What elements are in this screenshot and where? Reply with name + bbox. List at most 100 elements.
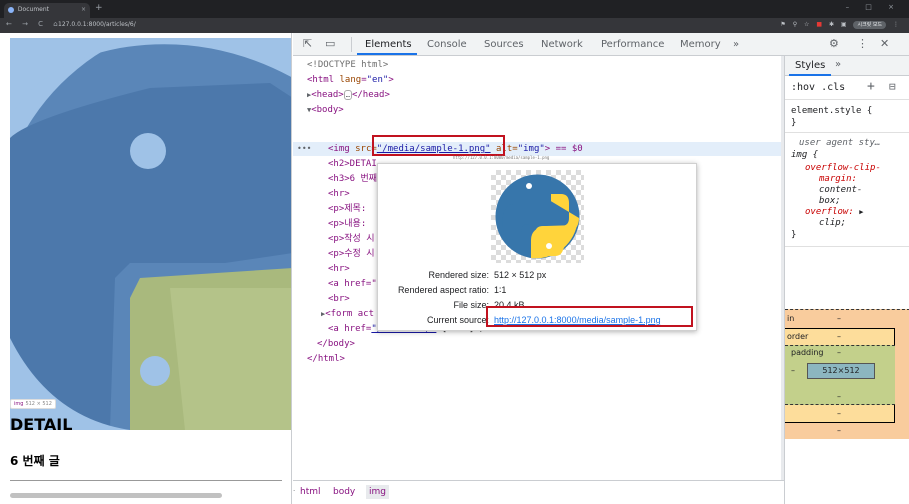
extension-red-icon[interactable]: ■ [816, 21, 822, 28]
dom-br[interactable]: <br> [328, 293, 350, 306]
dom-hr2[interactable]: <hr> [328, 263, 350, 276]
dom-p3[interactable]: <p>작성 시 [328, 233, 375, 246]
star-icon[interactable]: ☆ [804, 21, 809, 28]
python-logo-image [10, 38, 291, 430]
element-style-rule[interactable]: element.style { [791, 106, 872, 117]
css-val-content-2: box; [819, 196, 841, 206]
annotation-box-src [372, 135, 505, 156]
styles-tab-bar: Styles » [785, 56, 909, 76]
python-logo-icon [495, 174, 580, 259]
hover-url-hint: http://127.0.0.1:8000/media/sample-1.png [453, 155, 550, 160]
tab-sources[interactable]: Sources [484, 39, 524, 50]
element-style-close: } [791, 118, 797, 128]
zoom-icon[interactable]: ⚲ [793, 21, 797, 28]
sidebar-icon[interactable]: ▣ [841, 21, 847, 28]
annotation-box-current-source [486, 306, 693, 327]
box-padding-value: – [837, 348, 841, 357]
css-val-clip: clip; [819, 218, 847, 228]
tab-performance[interactable]: Performance [601, 39, 664, 50]
kebab-menu-icon[interactable]: ⋮ [857, 38, 868, 50]
address-bar[interactable]: 127.0.0.1:8000/articles/6/ [58, 21, 136, 28]
hov-cls-toggle[interactable]: :hov .cls [791, 82, 845, 93]
browser-tabstrip: Document × + – □ × [0, 0, 909, 18]
dom-html-open[interactable]: <html lang="en"> [307, 74, 394, 87]
dom-doctype[interactable]: <!DOCTYPE html> [307, 59, 388, 72]
breadcrumb-img[interactable]: img [366, 485, 389, 499]
dom-hr[interactable]: <hr> [328, 188, 350, 201]
new-rule-icon[interactable]: + [867, 79, 875, 94]
box-margin-value: – [837, 314, 841, 323]
tab-elements[interactable]: Elements [365, 39, 412, 50]
styles-divider [785, 246, 909, 247]
tab-title: Document [17, 6, 50, 13]
dom-head[interactable]: ▶<head>… </head> [307, 89, 390, 102]
devtools: ⇱ ▭ Elements Console Sources Network Per… [293, 33, 909, 504]
tab-console[interactable]: Console [427, 39, 467, 50]
dom-p1[interactable]: <p>제목: [328, 203, 366, 216]
more-tabs-icon[interactable]: » [733, 39, 739, 50]
tab-close-icon[interactable]: × [81, 6, 86, 13]
post-heading: 6 번째 글 [10, 454, 60, 468]
dom-h2[interactable]: <h2>DETAI [328, 158, 377, 171]
box-model-diagram: in – – order – – padding – – 512×512 – [785, 309, 909, 439]
menu-icon[interactable]: ⋮ [893, 21, 899, 28]
elements-panel: ••• <!DOCTYPE html> <html lang="en"> ▶<h… [293, 56, 784, 480]
box-padding-label: padding [791, 348, 824, 357]
settings-icon[interactable]: ⚙ [829, 38, 839, 50]
css-prop-overflow-clip-2: margin: [819, 174, 857, 184]
styles-more-icon[interactable]: » [835, 59, 841, 70]
breadcrumb-body[interactable]: body [333, 487, 355, 497]
box-margin-bottom-value: – [837, 426, 841, 435]
tab-styles[interactable]: Styles [795, 60, 825, 71]
devtools-tab-bar: ⇱ ▭ Elements Console Sources Network Per… [293, 33, 909, 56]
dom-body-open[interactable]: ▼<body> [307, 104, 344, 117]
close-devtools-icon[interactable]: ✕ [880, 38, 889, 50]
dom-p4[interactable]: <p>수정 시 [328, 248, 375, 261]
css-val-content: content- [819, 185, 863, 195]
dom-a[interactable]: <a href=" [328, 278, 377, 291]
puzzle-icon[interactable]: ✱ [829, 21, 834, 28]
expand-triangle-icon: ▶ [859, 208, 864, 216]
python-logo-zoomed [10, 38, 291, 430]
tooltip-rendered-size: Rendered size: 512 × 512 px [428, 270, 547, 280]
dom-form[interactable]: ▶<form act [321, 308, 374, 321]
dom-p2[interactable]: <p>내용: [328, 218, 366, 231]
profile-chip[interactable]: 시크릿 모드 [853, 21, 887, 29]
new-tab-button[interactable]: + [95, 3, 103, 13]
breadcrumb-scroll-icon[interactable]: · [293, 487, 295, 495]
window-controls[interactable]: – □ × [846, 3, 901, 11]
computed-sidebar-icon[interactable]: ⊟ [889, 80, 896, 93]
box-padding-bottom-value: – [837, 392, 841, 401]
tooltip-aspect-ratio: Rendered aspect ratio: 1∶1 [397, 285, 507, 295]
dom-body-close[interactable]: </body> [317, 338, 355, 351]
breadcrumb: · html body img [293, 480, 784, 504]
page-divider [10, 480, 282, 481]
browser-tab[interactable]: Document × [4, 3, 90, 18]
tab-network[interactable]: Network [541, 39, 583, 50]
image-thumbnail [491, 170, 584, 263]
box-padding-left-value: – [791, 366, 795, 375]
translate-icon[interactable]: ⚑ [780, 21, 785, 28]
device-toolbar-icon[interactable]: ▭ [325, 38, 335, 50]
breadcrumb-html[interactable]: html [300, 487, 321, 497]
box-padding[interactable]: padding – – 512×512 – [785, 345, 895, 405]
box-content[interactable]: 512×512 [807, 363, 875, 379]
tab-memory[interactable]: Memory [680, 39, 721, 50]
css-prop-overflow: overflow: ▶ [805, 207, 864, 217]
browser-toolbar: ← → C ⌂ 127.0.0.1:8000/articles/6/ ⚑ ⚲ ☆… [0, 18, 909, 33]
box-border[interactable]: order – – padding – – 512×512 – [785, 328, 895, 423]
box-border-value: – [837, 332, 841, 341]
img-selector[interactable]: img { [791, 150, 818, 161]
img-rule-close: } [791, 230, 797, 240]
styles-divider [785, 132, 909, 133]
favicon-icon [8, 6, 14, 13]
dom-html-close[interactable]: </html> [307, 353, 345, 366]
box-margin-label: in [787, 314, 795, 323]
box-border-bottom-value: – [837, 409, 841, 418]
styles-filter-bar: :hov .cls + ⊟ [785, 76, 909, 100]
inspect-element-icon[interactable]: ⇱ [303, 38, 312, 50]
dom-h3[interactable]: <h3>6 번째 [328, 173, 377, 186]
page-horizontal-scrollbar[interactable] [10, 493, 222, 498]
nav-buttons[interactable]: ← → C ⌂ [6, 20, 62, 28]
row-actions-icon[interactable]: ••• [297, 142, 311, 155]
